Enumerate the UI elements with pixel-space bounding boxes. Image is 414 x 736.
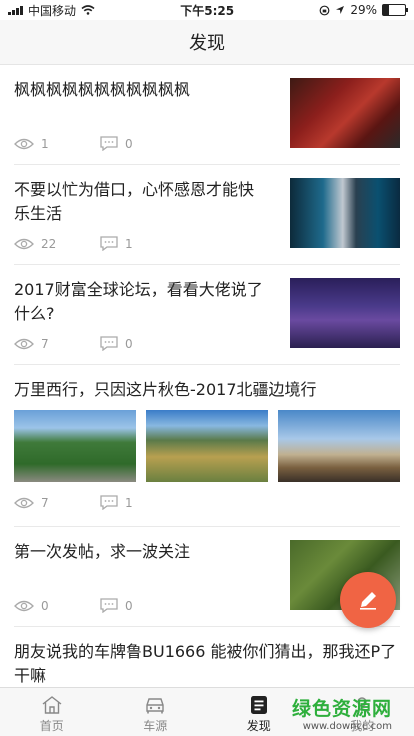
post-thumbnail: [290, 178, 400, 248]
post-stats: 22 1: [14, 236, 186, 251]
view-count: 22: [41, 236, 57, 251]
nav-bar: 发现: [0, 20, 414, 65]
post-image-row: [14, 410, 400, 482]
post-stats: 0 0: [14, 598, 186, 613]
post-thumbnail: [14, 410, 136, 482]
post-stats: 1 0: [14, 136, 186, 151]
view-count: 7: [41, 336, 49, 351]
post-title: 万里西行，只因这片秋色-2017北疆边境行: [14, 380, 317, 399]
eye-icon: [14, 338, 34, 349]
carrier-label: 中国移动: [28, 3, 77, 18]
post-stats: 7 1: [14, 495, 186, 510]
tab-label: 发现: [246, 719, 271, 733]
watermark-url: www.downcc.com: [302, 721, 392, 732]
tab-label: 首页: [39, 719, 64, 733]
battery-percent: 29%: [350, 3, 377, 17]
comment-count: 0: [125, 136, 133, 151]
post-stats: 7 0: [14, 336, 186, 351]
rotation-lock-icon: [319, 5, 330, 15]
view-count: 1: [41, 136, 49, 151]
eye-icon: [14, 238, 34, 249]
comment-icon: [100, 598, 118, 613]
comment-icon: [100, 236, 118, 251]
comment-icon: [100, 495, 118, 510]
page-title: 发现: [189, 33, 225, 54]
comment-count: 0: [125, 598, 133, 613]
post-item[interactable]: 万里西行，只因这片秋色-2017北疆边境行 7 1: [14, 365, 400, 527]
comment-count: 0: [125, 336, 133, 351]
location-icon: [336, 6, 345, 14]
post-thumbnail: [278, 410, 400, 482]
eye-icon: [14, 497, 34, 508]
tab-home[interactable]: 首页: [0, 688, 104, 736]
post-thumbnail: [146, 410, 268, 482]
clock: 下午5:25: [180, 3, 235, 18]
post-title: 第一次发帖，求一波关注: [14, 542, 191, 561]
post-item[interactable]: 枫枫枫枫枫枫枫枫枫枫枫 1 0: [14, 65, 400, 165]
post-item[interactable]: 2017财富全球论坛，看看大佬说了什么? 7 0: [14, 265, 400, 365]
wifi-icon: [81, 5, 95, 15]
view-count: 0: [41, 598, 49, 613]
signal-icon: [8, 5, 23, 15]
post-thumbnail: [290, 78, 400, 148]
post-title: 不要以忙为借口，心怀感恩才能快乐生活: [14, 180, 255, 223]
watermark: 绿色资源网 www.downcc.com: [292, 694, 392, 732]
status-bar: 中国移动 下午5:25 29%: [0, 0, 414, 20]
eye-icon: [14, 600, 34, 611]
post-title: 朋友说我的车牌鲁BU1666 能被你们猜出，那我还P了干嘛: [14, 642, 397, 685]
watermark-title: 绿色资源网: [291, 698, 392, 720]
discover-icon: [250, 696, 267, 714]
post-title: 枫枫枫枫枫枫枫枫枫枫枫: [14, 80, 191, 99]
compose-button[interactable]: [340, 572, 396, 628]
post-item[interactable]: 不要以忙为借口，心怀感恩才能快乐生活 22 1: [14, 165, 400, 265]
comment-icon: [100, 136, 118, 151]
comment-icon: [100, 336, 118, 351]
comment-count: 1: [125, 236, 133, 251]
battery-icon: [381, 4, 408, 16]
tab-cars[interactable]: 车源: [104, 688, 208, 736]
comment-count: 1: [125, 495, 133, 510]
post-thumbnail: [290, 278, 400, 348]
post-title: 2017财富全球论坛，看看大佬说了什么?: [14, 280, 263, 323]
car-icon: [146, 698, 164, 714]
post-item[interactable]: 朋友说我的车牌鲁BU1666 能被你们猜出，那我还P了干嘛: [14, 627, 400, 688]
home-icon: [42, 696, 62, 714]
pencil-icon: [360, 592, 376, 610]
eye-icon: [14, 138, 34, 149]
tab-label: 车源: [143, 719, 168, 733]
view-count: 7: [41, 495, 49, 510]
